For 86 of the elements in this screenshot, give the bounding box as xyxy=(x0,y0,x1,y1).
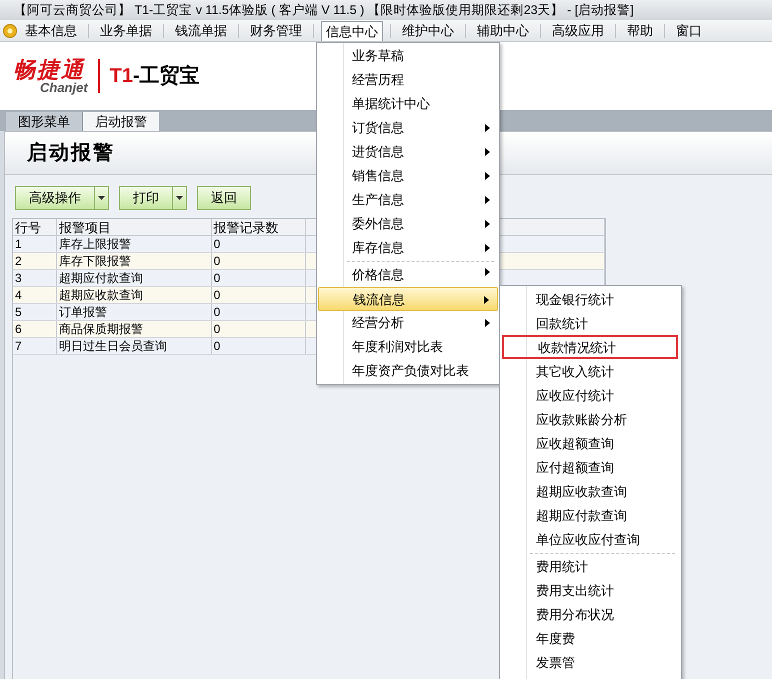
menu-bar-item[interactable]: 钱流单据 xyxy=(171,20,231,40)
table-cell: 0 xyxy=(212,270,306,286)
column-header: 行号 xyxy=(13,219,57,235)
tab[interactable]: 图形菜单 xyxy=(6,112,83,131)
table-cell: 库存下限报警 xyxy=(56,253,212,269)
submenu-arrow-icon xyxy=(485,268,490,276)
menu-item[interactable]: 年度利润对比表 xyxy=(318,335,498,359)
table-cell: 3 xyxy=(13,270,57,286)
caret-icon xyxy=(176,196,183,200)
product-logo-text: T1-工贸宝 xyxy=(110,64,200,89)
menu-item[interactable]: 收款情况统计 xyxy=(502,335,678,359)
menu-item[interactable]: 回款统计 xyxy=(500,311,681,335)
column-header: 报警项目 xyxy=(56,219,212,235)
submenu-arrow-icon xyxy=(485,124,490,132)
submenu-arrow-icon xyxy=(484,296,489,304)
table-cell: 0 xyxy=(212,253,306,269)
menu-item[interactable]: 年度资产负债对比表 xyxy=(318,359,498,383)
menu-item[interactable]: 超期应付款查询 xyxy=(500,503,681,527)
menu-item[interactable]: 应收超额查询 xyxy=(500,431,681,455)
table-cell: 1 xyxy=(13,236,57,252)
table-cell: 0 xyxy=(212,287,306,303)
menu-bar-item[interactable]: 辅助中心 xyxy=(473,20,533,40)
brand-logo-subtitle: Chanjet xyxy=(40,80,88,94)
menu-item[interactable]: 业务草稿 xyxy=(318,44,498,68)
menu-item[interactable]: 应付超额查询 xyxy=(500,455,681,479)
menu-item[interactable]: 销售信息 xyxy=(318,164,498,188)
toolbar-button[interactable]: 打印 xyxy=(119,186,187,210)
submenu-arrow-icon xyxy=(485,319,490,327)
table-cell: 订单报警 xyxy=(56,304,212,320)
table-cell: 6 xyxy=(13,321,57,337)
table-cell: 2 xyxy=(13,253,57,269)
menu-item[interactable]: 价格信息 xyxy=(318,260,498,287)
menu-item[interactable]: 委外信息 xyxy=(318,212,498,236)
page-title: 启动报警 xyxy=(27,140,115,166)
submenu-arrow-icon xyxy=(485,148,490,156)
column-header: 报警记录数 xyxy=(212,219,306,235)
menu-item[interactable]: 费用统计 xyxy=(500,551,681,578)
tab[interactable]: 启动报警 xyxy=(83,112,159,131)
window-title: 【阿可云商贸公司】 T1-工贸宝 v 11.5体验版 ( 客户端 V 11.5 ) 【限时体验版使用期限还剩23天】 - [启动报警] xyxy=(0,0,772,20)
table-cell: 7 xyxy=(13,338,57,354)
menu-item[interactable]: 经营分析 xyxy=(318,311,498,335)
toolbar-button[interactable]: 返回 xyxy=(197,186,251,210)
menu-item[interactable]: 生产信息 xyxy=(318,188,498,212)
submenu-arrow-icon xyxy=(485,244,490,252)
menu-item[interactable]: 年度费 xyxy=(500,626,681,650)
menu-item[interactable]: 现金银行统计 xyxy=(500,287,681,311)
toolbar-button[interactable]: 高级操作 xyxy=(15,186,109,210)
table-cell: 0 xyxy=(212,236,306,252)
table-cell: 0 xyxy=(212,321,306,337)
app-icon xyxy=(3,24,17,38)
submenu-arrow-icon xyxy=(485,172,490,180)
table-cell: 0 xyxy=(212,338,306,354)
table-cell: 库存上限报警 xyxy=(56,236,212,252)
menu-item[interactable]: 费用支出统计 xyxy=(500,578,681,602)
brand-logo-text: 畅捷通 xyxy=(12,58,85,80)
menu-item[interactable]: 经营历程 xyxy=(318,68,498,92)
menu-bar-item[interactable]: 基本信息 xyxy=(21,20,81,40)
menu-item[interactable]: 应收款账龄分析 xyxy=(500,407,681,431)
menu-item[interactable]: 应收应付统计 xyxy=(500,383,681,407)
menu-item[interactable]: 发票管 xyxy=(500,650,681,674)
table-cell: 0 xyxy=(212,304,306,320)
menu-item[interactable]: 进货信息 xyxy=(318,140,498,164)
menu-bar-item[interactable]: 窗口 xyxy=(672,20,706,40)
menu-bar-item[interactable]: 财务管理 xyxy=(246,20,306,40)
menu-item[interactable]: 单位应收应付查询 xyxy=(500,527,681,551)
table-cell: 5 xyxy=(13,304,57,320)
menu-item[interactable]: 超期应收款查询 xyxy=(500,479,681,503)
menu-bar-item[interactable]: 高级应用 xyxy=(548,20,608,40)
menu-bar-item[interactable]: 维护中心 xyxy=(398,20,458,40)
menu-item[interactable]: 钱流信息 xyxy=(318,287,498,311)
table-cell: 明日过生日会员查询 xyxy=(56,338,212,354)
menu-item[interactable]: 费用分布状况 xyxy=(500,602,681,626)
menu-item[interactable]: 库存信息 xyxy=(318,236,498,260)
table-cell: 超期应收款查询 xyxy=(56,287,212,303)
menu-bar-item[interactable]: 业务单据 xyxy=(96,20,156,40)
menu-item[interactable]: 其它收入统计 xyxy=(500,359,681,383)
menu-item[interactable]: 订货信息 xyxy=(318,116,498,140)
submenu-arrow-icon xyxy=(485,220,490,228)
table-cell: 超期应付款查询 xyxy=(56,270,212,286)
table-cell: 商品保质期报警 xyxy=(56,321,212,337)
caret-icon xyxy=(98,196,105,200)
menu-bar-item[interactable]: 帮助 xyxy=(623,20,657,40)
menu-item[interactable]: 单据统计中心 xyxy=(318,92,498,116)
submenu-arrow-icon xyxy=(485,196,490,204)
menu-bar-item[interactable]: 信息中心 xyxy=(321,20,383,40)
table-cell: 4 xyxy=(13,287,57,303)
